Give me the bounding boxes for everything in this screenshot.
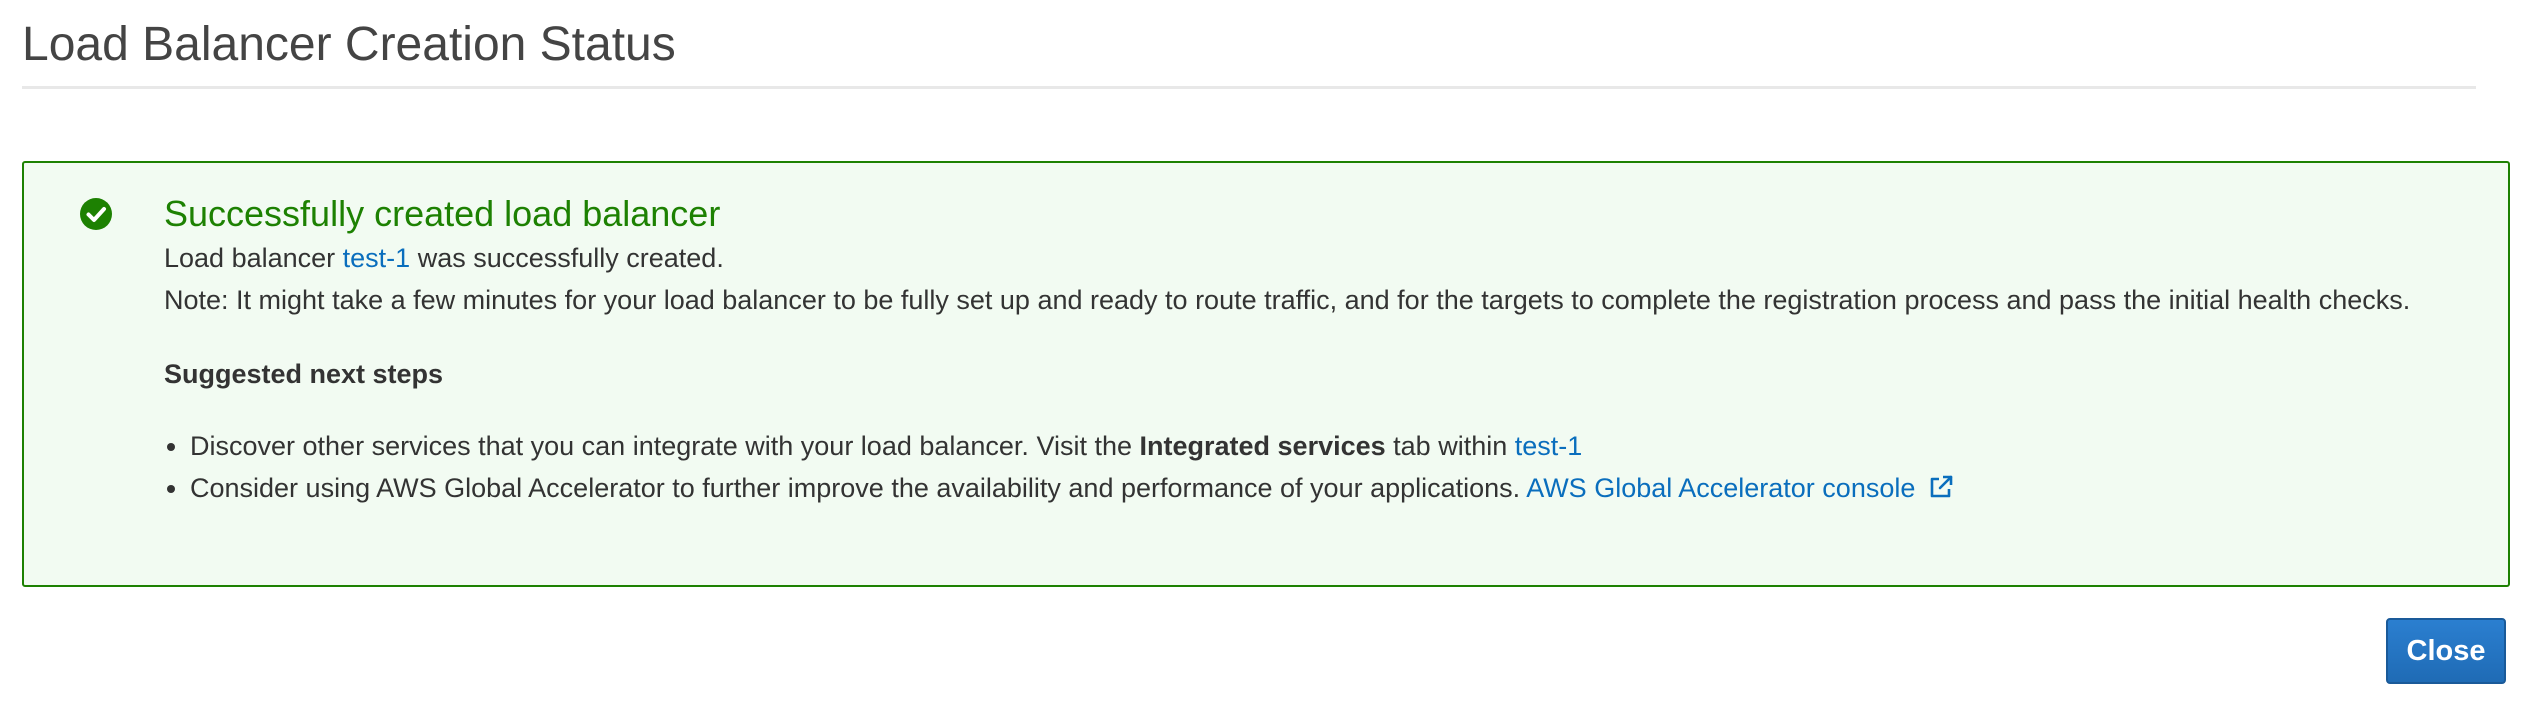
page-title: Load Balancer Creation Status (22, 18, 676, 71)
title-divider (22, 86, 2476, 89)
list-item-global-accelerator: Consider using AWS Global Accelerator to… (190, 467, 2448, 509)
next-steps-heading: Suggested next steps (164, 359, 444, 389)
global-accelerator-link-label: AWS Global Accelerator console (1526, 473, 1916, 503)
external-link-icon (1930, 475, 1953, 498)
step1-prefix: Discover other services that you can int… (190, 431, 1132, 461)
setup-note: Note: It might take a few minutes for yo… (164, 285, 2411, 315)
alert-body: Successfully created load balancer Load … (164, 191, 2448, 509)
step2-prefix: Consider using AWS Global Accelerator to… (190, 473, 1521, 503)
step1-bold: Integrated services (1139, 431, 1386, 461)
alert-heading: Successfully created load balancer (164, 193, 721, 234)
integrated-services-link[interactable]: test-1 (1515, 431, 1583, 461)
global-accelerator-console-link[interactable]: AWS Global Accelerator console (1526, 473, 1955, 503)
load-balancer-link[interactable]: test-1 (343, 243, 411, 273)
next-steps-list: Discover other services that you can int… (164, 425, 2448, 509)
created-prefix: Load balancer (164, 243, 336, 273)
close-button[interactable]: Close (2386, 618, 2506, 684)
list-item-integrated-services: Discover other services that you can int… (190, 425, 2448, 467)
step1-middle: tab within (1393, 431, 1508, 461)
success-alert: Successfully created load balancer Load … (22, 161, 2510, 587)
check-circle-icon (80, 198, 112, 230)
created-suffix: was successfully created. (417, 243, 724, 273)
created-message: Load balancer test-1 was successfully cr… (164, 237, 2448, 279)
